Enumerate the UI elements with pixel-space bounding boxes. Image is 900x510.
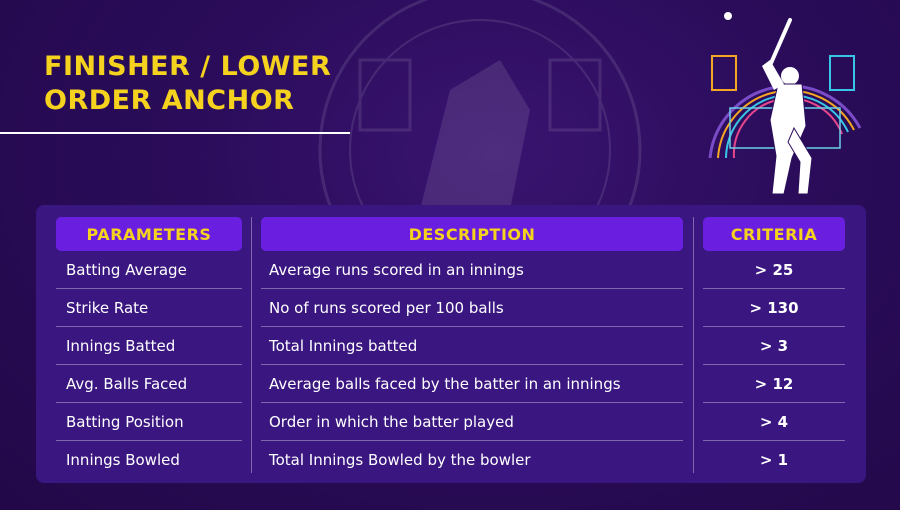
table-row: Innings Bowled Total Innings Bowled by t… xyxy=(36,441,866,479)
criteria-cell: > 3 xyxy=(759,337,789,355)
title-underline xyxy=(0,132,350,134)
criteria-cell: > 12 xyxy=(754,375,794,393)
criteria-cell: > 1 xyxy=(759,451,789,469)
table-row: Batting Position Order in which the batt… xyxy=(36,403,866,441)
header-description: DESCRIPTION xyxy=(261,217,683,251)
parameter-cell: Innings Batted xyxy=(66,337,176,355)
description-cell: Average runs scored in an innings xyxy=(269,261,524,279)
table-row: Innings Batted Total Innings batted > 3 xyxy=(36,327,866,365)
parameter-cell: Strike Rate xyxy=(66,299,149,317)
page-title: FINISHER / LOWER ORDER ANCHOR xyxy=(44,50,331,118)
parameter-cell: Avg. Balls Faced xyxy=(66,375,188,393)
cricket-batter-illustration xyxy=(708,12,862,195)
parameter-cell: Batting Position xyxy=(66,413,184,431)
table-row: Strike Rate No of runs scored per 100 ba… xyxy=(36,289,866,327)
parameter-cell: Batting Average xyxy=(66,261,187,279)
background-emblem xyxy=(318,0,642,230)
criteria-cell: > 130 xyxy=(749,299,799,317)
description-cell: Total Innings Bowled by the bowler xyxy=(269,451,531,469)
description-cell: Total Innings batted xyxy=(269,337,418,355)
criteria-table: PARAMETERS DESCRIPTION CRITERIA Batting … xyxy=(36,205,866,483)
description-cell: Order in which the batter played xyxy=(269,413,514,431)
title-line-2: ORDER ANCHOR xyxy=(44,85,295,116)
table-row: Avg. Balls Faced Average balls faced by … xyxy=(36,365,866,403)
description-cell: Average balls faced by the batter in an … xyxy=(269,375,621,393)
header-parameters: PARAMETERS xyxy=(56,217,242,251)
criteria-cell: > 25 xyxy=(754,261,794,279)
parameter-cell: Innings Bowled xyxy=(66,451,180,469)
table-row: Batting Average Average runs scored in a… xyxy=(36,251,866,289)
description-cell: No of runs scored per 100 balls xyxy=(269,299,504,317)
criteria-cell: > 4 xyxy=(759,413,789,431)
header-criteria: CRITERIA xyxy=(703,217,845,251)
title-line-1: FINISHER / LOWER xyxy=(44,51,332,82)
